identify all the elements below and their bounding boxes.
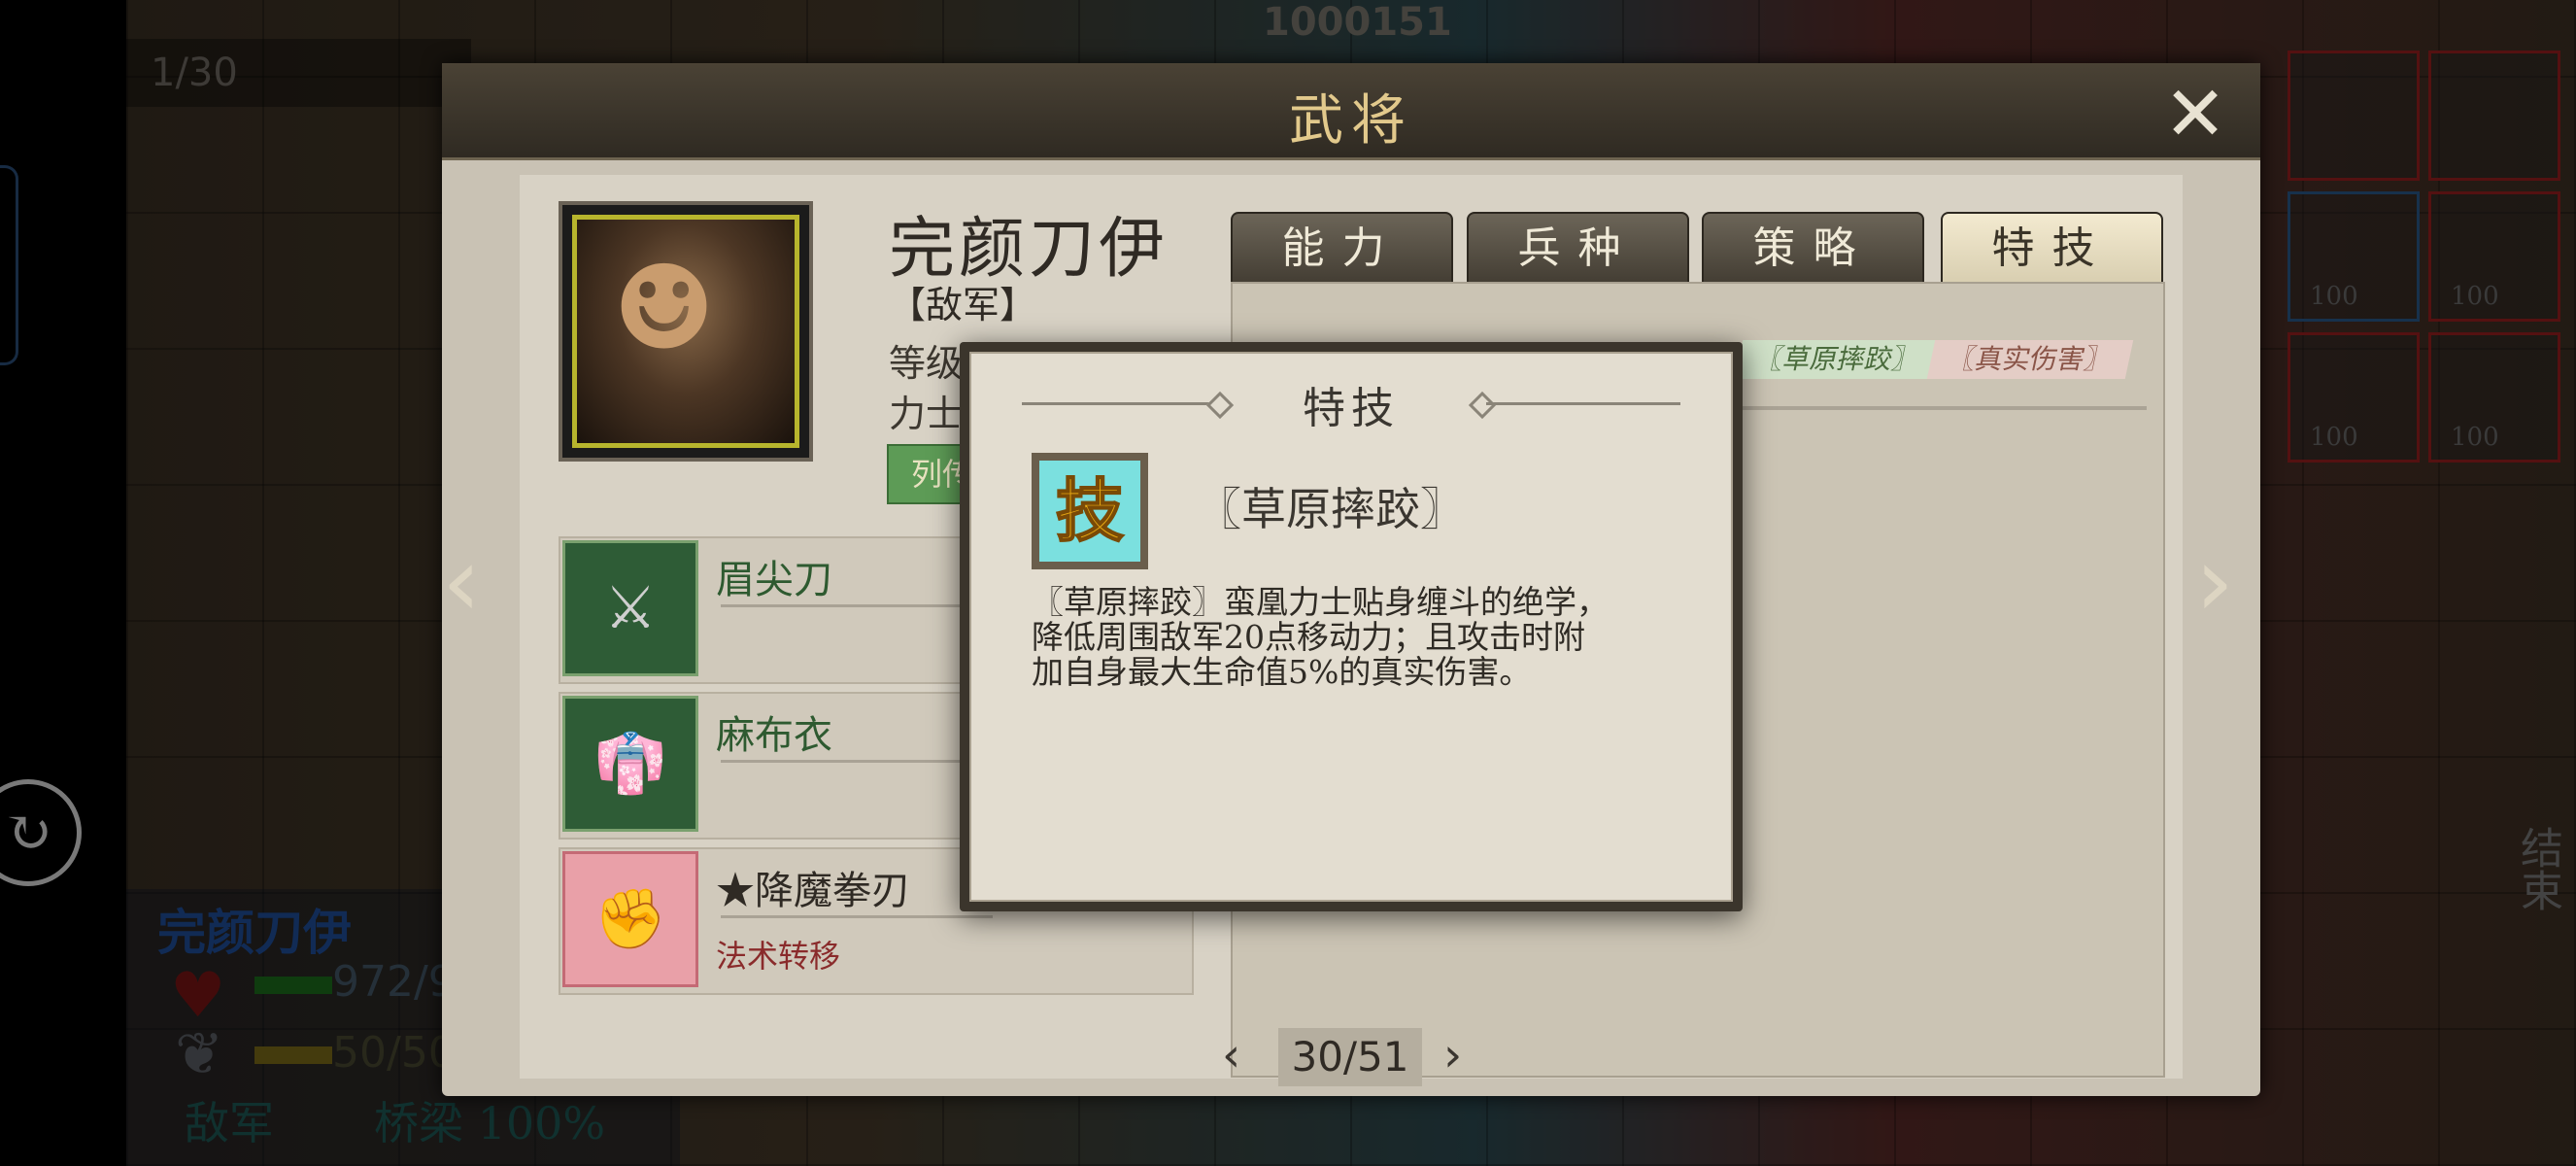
- hero-faction: 【敌军】: [889, 284, 1037, 326]
- modal-title: 武将: [1289, 89, 1413, 153]
- skill-detail-popup: 特技 技 〖草原摔跤〗 〖草原摔跤〗蛮凰力士贴身缠斗的绝学， 降低周围敌军20点…: [960, 342, 1743, 911]
- skill-icon: 技: [1032, 453, 1148, 569]
- next-hero-arrow-icon[interactable]: ›: [2195, 525, 2234, 638]
- robe-icon: 👘: [562, 696, 698, 832]
- modal-header: 武将 ✕: [442, 63, 2260, 160]
- tab-troop-type[interactable]: 兵种: [1467, 212, 1689, 284]
- glaive-icon: ⚔: [562, 540, 698, 676]
- skill-name: 〖草原摔跤〗: [1197, 483, 1465, 535]
- equipment-name: 眉尖刀: [716, 558, 832, 602]
- page-next-icon[interactable]: ›: [1443, 1028, 1462, 1082]
- hero-portrait: ☻: [559, 201, 813, 462]
- tab-strategy[interactable]: 策略: [1702, 212, 1924, 284]
- skill-tag[interactable]: 〖真实伤害〗: [1926, 340, 2134, 379]
- hero-level-label: 等级: [889, 342, 964, 385]
- equipment-name: 麻布衣: [716, 713, 832, 758]
- title-ornament-right: [1486, 402, 1680, 405]
- tab-special-skill[interactable]: 特技: [1941, 212, 2163, 284]
- prev-hero-arrow-icon[interactable]: ‹: [442, 525, 481, 638]
- page-indicator: 30/51: [1278, 1028, 1422, 1086]
- fist-blade-icon: ✊: [562, 851, 698, 987]
- skill-description: 〖草原摔跤〗蛮凰力士贴身缠斗的绝学， 降低周围敌军20点移动力；且攻击时附 加自…: [1032, 583, 1609, 691]
- hero-class-label: 力士: [889, 393, 964, 435]
- page-navigator: ‹ 30/51 ›: [1222, 1028, 1471, 1086]
- skill-icon-glyph: 技: [1039, 461, 1140, 562]
- equipment-effect: 法术转移: [716, 938, 841, 975]
- page-prev-icon[interactable]: ‹: [1222, 1028, 1240, 1082]
- equipment-name: ★降魔拳刃: [716, 869, 910, 913]
- close-icon[interactable]: ✕: [2159, 77, 2231, 153]
- tab-ability[interactable]: 能力: [1231, 212, 1453, 284]
- portrait-image: ☻: [611, 241, 717, 377]
- panel-divider: [1739, 406, 2147, 410]
- skill-tag[interactable]: 〖草原摔跤〗: [1734, 340, 1942, 379]
